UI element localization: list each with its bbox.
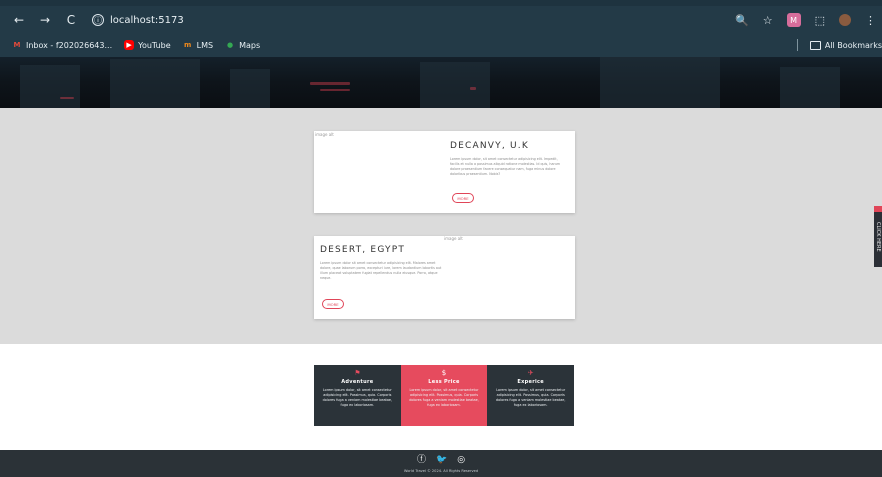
- bookmark-label: LMS: [196, 40, 214, 50]
- feature-less-price: $ Less Price Lorem ipsum dolor, sit amet…: [400, 365, 488, 426]
- hero-banner: [0, 57, 882, 108]
- card-title: DECANVY, U.K: [450, 141, 529, 151]
- reload-button[interactable]: C: [62, 11, 80, 29]
- menu-icon[interactable]: ⋮: [865, 14, 876, 27]
- feature-text: Lorem ipsum dolor, sit amet consectetur …: [409, 388, 479, 407]
- card-text: Lorem ipsum dolor, sit amet consectetur …: [450, 157, 561, 176]
- more-button[interactable]: MORE: [452, 193, 474, 203]
- plane-icon: ✈: [527, 369, 534, 377]
- site-info-icon[interactable]: ⓘ: [92, 14, 104, 26]
- dollar-icon: $: [441, 369, 447, 377]
- destination-card: DESERT, EGYPT Lorem ipsum dolor sit amet…: [314, 236, 575, 319]
- divider: [796, 39, 798, 51]
- bookmark-label: YouTube: [138, 40, 171, 50]
- folder-icon: [809, 40, 821, 50]
- feature-text: Lorem ipsum dolor, sit amet consectetur …: [495, 388, 566, 407]
- maps-icon: ●: [227, 41, 234, 49]
- extensions-icon[interactable]: ⬚: [815, 14, 825, 27]
- feature-adventure: ⚑ Adventure Lorem ipsum dolor, sit amet …: [314, 365, 401, 426]
- destination-card: image alt DECANVY, U.K Lorem ipsum dolor…: [314, 131, 575, 213]
- flag-icon: ⚑: [354, 369, 361, 377]
- address-bar[interactable]: ⓘ localhost:5173: [92, 11, 184, 29]
- bookmark-maps[interactable]: ● Maps: [225, 40, 260, 50]
- bookmark-star-icon[interactable]: ☆: [763, 14, 773, 27]
- all-bookmarks[interactable]: All Bookmarks: [796, 33, 882, 57]
- card-image: image alt: [315, 132, 334, 137]
- profile-extension-icon[interactable]: M: [786, 13, 801, 27]
- side-tab-label: CLICK HERE: [875, 221, 881, 252]
- feature-title: Less Price: [428, 379, 460, 385]
- card-title: DESERT, EGYPT: [320, 245, 406, 255]
- zoom-icon[interactable]: 🔍: [735, 14, 749, 27]
- bookmark-lms[interactable]: m LMS: [183, 40, 213, 50]
- bookmark-youtube[interactable]: ▶ YouTube: [124, 40, 171, 50]
- twitter-icon[interactable]: 🐦: [436, 455, 447, 466]
- side-tab-accent: [874, 206, 882, 212]
- bookmark-label: Inbox - f202026643...: [26, 40, 113, 50]
- facebook-icon[interactable]: ⓕ: [417, 455, 426, 466]
- copyright: World Travel © 2024. All Rights Reserved: [403, 468, 479, 473]
- all-bookmarks-label: All Bookmarks: [824, 40, 882, 50]
- feature-title: Adventure: [341, 379, 374, 385]
- card-image: image alt: [444, 236, 463, 241]
- avatar[interactable]: [839, 14, 851, 26]
- social-links: ⓕ 🐦 ◎: [417, 455, 465, 466]
- browser-toolbar: ← → C ⓘ localhost:5173 🔍 ☆ M ⬚ ⋮: [0, 0, 882, 33]
- feature-text: Lorem ipsum dolor, sit amet consectetur …: [322, 388, 393, 407]
- bookmarks-bar: M Inbox - f202026643... ▶ YouTube m LMS …: [0, 33, 882, 57]
- gmail-icon: M: [13, 41, 21, 49]
- feature-experice: ✈ Experice Lorem ipsum dolor, sit amet c…: [487, 365, 575, 426]
- feature-title: Experice: [517, 379, 544, 385]
- instagram-icon[interactable]: ◎: [457, 455, 465, 466]
- bookmark-gmail[interactable]: M Inbox - f202026643...: [12, 40, 113, 50]
- nav-bar: ← → C ⓘ localhost:5173 🔍 ☆ M ⬚ ⋮: [0, 6, 882, 33]
- youtube-icon: ▶: [124, 40, 135, 50]
- toolbar-right: 🔍 ☆ M ⬚ ⋮: [735, 11, 876, 29]
- lms-icon: m: [184, 41, 192, 49]
- bookmark-label: Maps: [239, 40, 261, 50]
- back-button[interactable]: ←: [10, 11, 28, 29]
- footer: ⓕ 🐦 ◎ World Travel © 2024. All Rights Re…: [0, 450, 882, 477]
- side-feedback-tab[interactable]: CLICK HERE: [874, 206, 882, 267]
- more-button[interactable]: MORE: [322, 299, 344, 309]
- forward-button[interactable]: →: [36, 11, 54, 29]
- features-strip: ⚑ Adventure Lorem ipsum dolor, sit amet …: [314, 365, 575, 426]
- card-text: Lorem ipsum dolor sit amet consectetur a…: [320, 261, 442, 280]
- url-text[interactable]: localhost:5173: [110, 15, 184, 26]
